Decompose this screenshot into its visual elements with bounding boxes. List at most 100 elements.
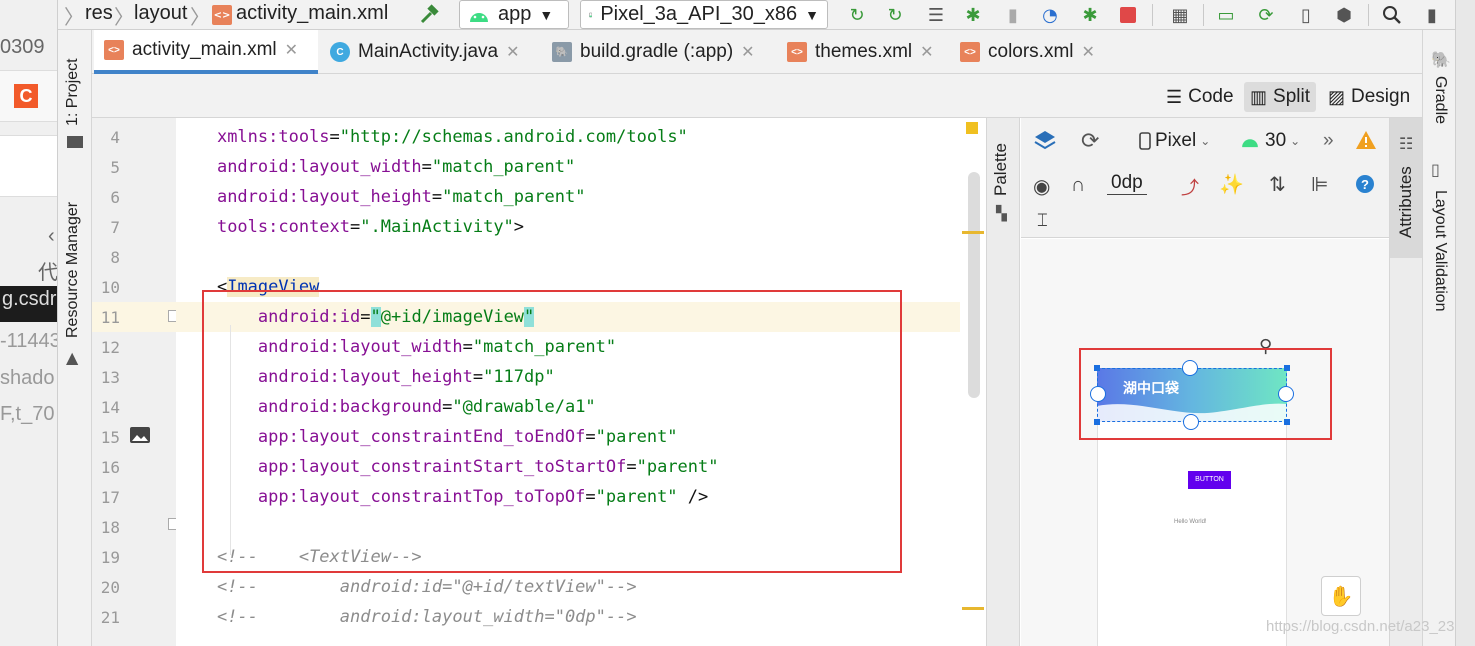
line-number: 11 <box>100 308 120 327</box>
mode-design-button[interactable]: ▨ Design <box>1322 82 1416 112</box>
code-token: "match_parent" <box>431 157 576 177</box>
more-icon[interactable]: » <box>1323 130 1334 152</box>
breadcrumb-separator: 〉 <box>114 7 134 29</box>
help-icon[interactable]: ? <box>1355 174 1375 194</box>
search-icon[interactable] <box>1380 3 1404 27</box>
line-number: 13 <box>100 368 120 387</box>
android-icon <box>1242 139 1258 148</box>
tool-tab-layout-validation[interactable]: Layout Validation <box>1431 190 1449 312</box>
layers-icon[interactable] <box>1033 128 1057 152</box>
mode-split-button[interactable]: ▥ Split <box>1244 82 1316 112</box>
line-number: 18 <box>100 518 120 537</box>
guidelines-icon[interactable]: ⇅ <box>1269 172 1286 197</box>
sync-gradle-icon[interactable]: ⟳ <box>1254 3 1278 27</box>
align-icon[interactable]: ⊫ <box>1311 172 1328 197</box>
csdn-logo: C <box>14 84 38 108</box>
chevron-left-icon: ‹ <box>48 225 55 247</box>
line-number: 15 <box>100 428 120 447</box>
tab-activity-main[interactable]: <> activity_main.xml ✕ <box>94 30 318 74</box>
sdk-manager-icon[interactable]: ⬢ <box>1332 3 1356 27</box>
code-line[interactable]: xmlns:tools="http://schemas.android.com/… <box>176 122 986 152</box>
apply-code-changes-icon[interactable]: ↻ <box>883 3 907 27</box>
code-token: = <box>329 127 340 147</box>
scroll-thumb[interactable] <box>968 172 980 398</box>
hammer-icon[interactable] <box>418 3 442 27</box>
tool-tab-project[interactable]: 1: Project <box>64 58 82 126</box>
tab-label: activity_main.xml <box>132 39 277 60</box>
attach-debugger-icon[interactable]: ▮ <box>1001 3 1025 27</box>
java-class-icon: C <box>330 42 350 62</box>
debug-icon[interactable]: ✱ <box>961 3 985 27</box>
palette-tab[interactable]: Palette <box>991 143 1011 196</box>
svg-text:?: ? <box>1361 177 1369 192</box>
image-gutter-icon[interactable] <box>130 427 150 443</box>
account-icon[interactable]: ▮ <box>1420 3 1444 27</box>
close-icon[interactable]: ✕ <box>1082 42 1095 62</box>
xml-file-icon: <> <box>104 40 124 60</box>
close-icon[interactable]: ✕ <box>920 42 933 62</box>
xml-file-icon: <> <box>787 42 807 62</box>
magnet-icon[interactable]: ∩ <box>1071 174 1085 197</box>
debug-attach-icon[interactable]: ✱ <box>1078 3 1102 27</box>
breadcrumb-layout[interactable]: layout <box>134 2 187 25</box>
apply-changes-restart-icon[interactable]: ↻ <box>845 3 869 27</box>
android-icon <box>470 12 488 22</box>
device-picker[interactable]: Pixel ⌄ <box>1139 130 1210 152</box>
device-select[interactable]: Pixel_3a_API_30_x86 ▼ <box>580 0 828 29</box>
tab-colors[interactable]: <> colors.xml ✕ <box>950 30 1108 74</box>
left-tool-window-bar: 1: Project Resource Manager ▲ <box>58 30 92 646</box>
infer-constraints-icon[interactable]: ✨ <box>1219 172 1244 197</box>
profiler-icon[interactable]: ◔ <box>1038 3 1062 27</box>
code-line[interactable]: <!-- android:id="@+id/textView"--> <box>176 572 986 602</box>
code-line[interactable]: <!-- android:layout_width="0dp"--> <box>176 602 986 632</box>
annotation-box-code <box>202 290 902 573</box>
code-token: "http://schemas.android.com/tools" <box>339 127 688 147</box>
spacing-icon[interactable]: ⌶ <box>1037 210 1048 231</box>
device-manager-icon[interactable]: ▯ <box>1294 3 1318 27</box>
editor-mode-bar: ☰ Code ▥ Split ▨ Design <box>92 74 1422 118</box>
project-structure-icon[interactable]: ▦ <box>1168 3 1192 27</box>
breadcrumb-file[interactable]: activity_main.xml <box>236 2 388 25</box>
logcat-icon[interactable]: ☰ <box>924 3 948 27</box>
default-margin-field[interactable]: 0dp <box>1107 172 1147 195</box>
run-config-select[interactable]: app ▼ <box>459 0 569 29</box>
code-line[interactable]: android:layout_height="match_parent" <box>176 182 986 212</box>
breadcrumb-res[interactable]: res <box>85 2 113 25</box>
watermark: https://blog.csdn.net/a23_23 <box>1266 618 1455 635</box>
eye-icon[interactable]: ◉ <box>1033 174 1050 199</box>
tool-tab-gradle[interactable]: Gradle <box>1431 76 1449 124</box>
mode-code-button[interactable]: ☰ Code <box>1160 82 1240 112</box>
code-line[interactable]: tools:context=".MainActivity"> <box>176 212 986 242</box>
code-line[interactable] <box>176 242 986 272</box>
clear-constraints-icon[interactable]: ⤴ <box>1181 174 1199 200</box>
browser-text: shado <box>0 367 55 389</box>
close-icon[interactable]: ✕ <box>506 42 519 62</box>
stop-icon[interactable] <box>1116 3 1140 27</box>
xml-file-icon: <> <box>212 5 232 25</box>
tool-tab-resource-manager[interactable]: Resource Manager <box>64 202 82 338</box>
line-number: 21 <box>100 608 120 627</box>
breadcrumb-separator: 〉 <box>64 7 84 29</box>
tab-main-activity[interactable]: C MainActivity.java ✕ <box>320 30 534 74</box>
avd-manager-icon[interactable]: ▭ <box>1214 3 1238 27</box>
button-preview[interactable]: BUTTON <box>1188 471 1231 489</box>
code-token: "match_parent" <box>442 187 586 207</box>
warning-icon[interactable] <box>1355 130 1377 150</box>
close-icon[interactable]: ✕ <box>285 40 298 60</box>
browser-text: -11443 <box>0 330 58 352</box>
layout-validation-icon: ▯ <box>1431 160 1440 179</box>
scroll-marker[interactable] <box>962 607 984 610</box>
api-picker[interactable]: 30 ⌄ <box>1239 130 1300 152</box>
code-line[interactable]: android:layout_width="match_parent" <box>176 152 986 182</box>
pan-hand-icon[interactable]: ✋ <box>1321 576 1361 616</box>
attributes-tab[interactable]: Attributes <box>1396 166 1416 238</box>
close-icon[interactable]: ✕ <box>741 42 754 62</box>
scroll-marker[interactable] <box>962 231 984 234</box>
line-number: 5 <box>110 158 120 177</box>
warning-marker-icon[interactable] <box>966 122 978 134</box>
orientation-icon[interactable]: ⟳ <box>1081 128 1099 154</box>
hello-text-preview[interactable]: Hello World! <box>1174 519 1207 525</box>
tab-themes[interactable]: <> themes.xml ✕ <box>777 30 945 74</box>
tab-build-gradle[interactable]: 🐘 build.gradle (:app) ✕ <box>542 30 772 74</box>
